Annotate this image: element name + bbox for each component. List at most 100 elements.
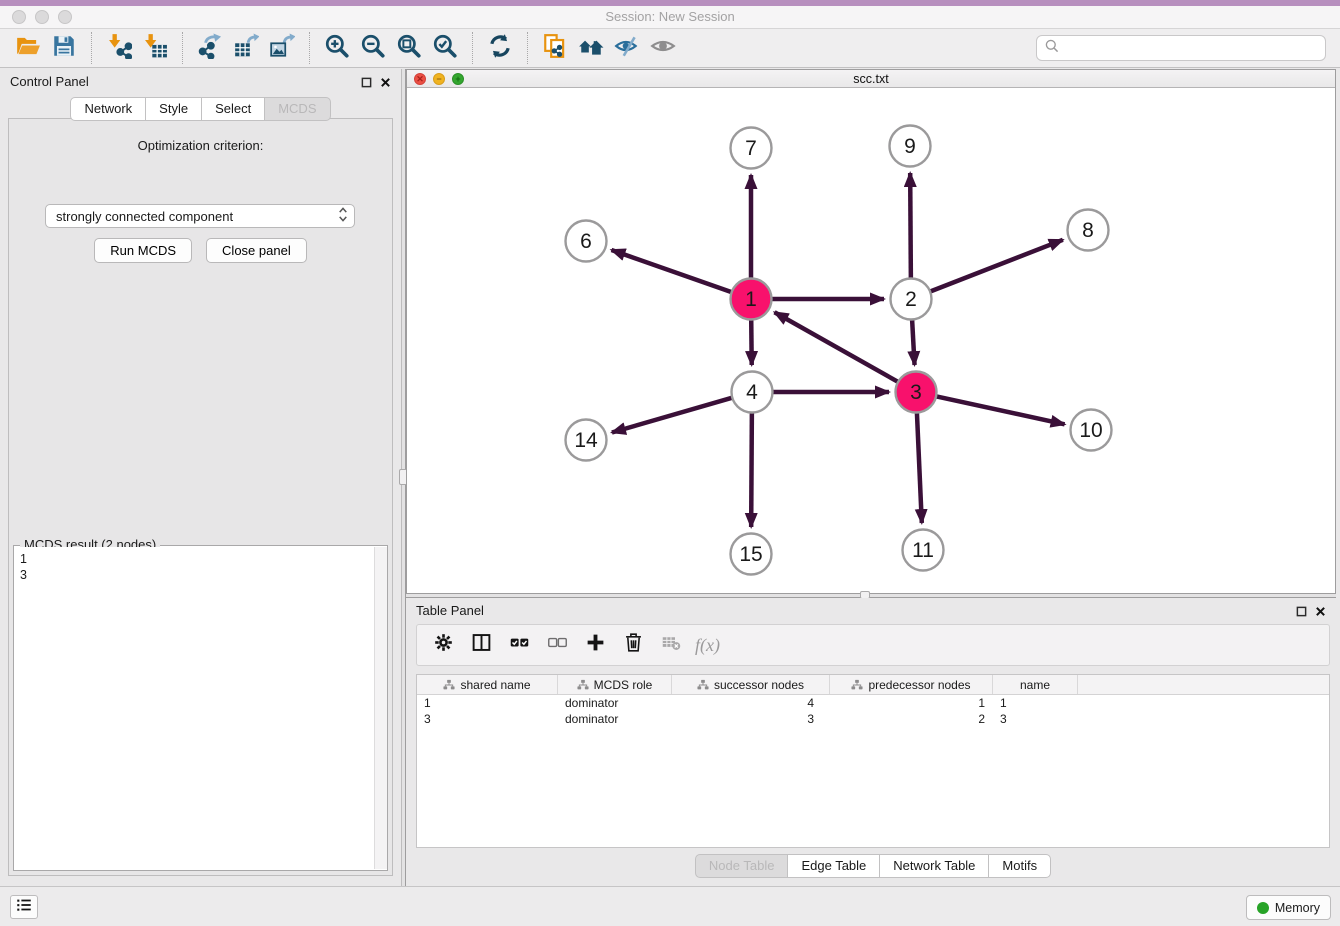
column-header-shared-name[interactable]: shared name	[417, 675, 558, 694]
tab-mcds[interactable]: MCDS	[264, 97, 330, 121]
duplicate-network-button[interactable]	[537, 31, 573, 65]
svg-text:11: 11	[912, 539, 934, 562]
node-1[interactable]: 1	[731, 279, 772, 320]
tab-network[interactable]: Network	[70, 97, 146, 121]
edge-1-6[interactable]	[611, 250, 731, 292]
float-panel-icon[interactable]	[1296, 604, 1307, 622]
mcds-result-text[interactable]: 1 3	[14, 547, 374, 869]
delete-table-button[interactable]	[655, 629, 687, 661]
result-scrollbar[interactable]	[374, 547, 387, 869]
zoom-in-button[interactable]	[319, 31, 355, 65]
node-10[interactable]: 10	[1071, 410, 1112, 451]
edge-2-9[interactable]	[910, 173, 911, 278]
node-9[interactable]: 9	[890, 126, 931, 167]
node-2[interactable]: 2	[891, 279, 932, 320]
tree-icon	[851, 679, 863, 691]
export-network-button[interactable]	[192, 31, 228, 65]
toolbar-separator	[472, 32, 473, 64]
deselect-all-button[interactable]	[541, 629, 573, 661]
svg-text:4: 4	[746, 381, 758, 404]
node-14[interactable]: 14	[566, 420, 607, 461]
edge-2-8[interactable]	[931, 240, 1063, 292]
import-network-button[interactable]	[101, 31, 137, 65]
search-field[interactable]	[1036, 35, 1326, 61]
node-7[interactable]: 7	[731, 128, 772, 169]
table-cell[interactable]: 2	[830, 711, 993, 727]
close-panel-icon[interactable]	[380, 75, 391, 93]
memory-button[interactable]: Memory	[1246, 895, 1331, 920]
tab-motifs[interactable]: Motifs	[988, 854, 1051, 878]
edge-2-3[interactable]	[912, 320, 914, 365]
first-neighbors-button[interactable]	[573, 31, 609, 65]
tab-node-table[interactable]: Node Table	[695, 854, 789, 878]
tab-style[interactable]: Style	[145, 97, 202, 121]
save-session-button[interactable]	[46, 31, 82, 65]
function-builder-button[interactable]: f(x)	[695, 635, 720, 656]
edge-4-15[interactable]	[751, 413, 752, 527]
toolbar-separator	[527, 32, 528, 64]
add-column-button[interactable]	[579, 629, 611, 661]
tab-select[interactable]: Select	[201, 97, 265, 121]
table-panel-tabs: Node TableEdge TableNetwork TableMotifs	[406, 854, 1340, 878]
close-panel-icon[interactable]	[1315, 604, 1326, 622]
table-settings-button[interactable]	[427, 629, 459, 661]
show-columns-button[interactable]	[465, 629, 497, 661]
save-floppy-icon	[51, 33, 77, 64]
edge-4-14[interactable]	[612, 398, 732, 433]
show-all-button[interactable]	[645, 31, 681, 65]
toolbar-separator	[182, 32, 183, 64]
table-cell[interactable]: 3	[672, 711, 830, 727]
export-table-button[interactable]	[228, 31, 264, 65]
network-canvas[interactable]: 7 9 6 8 1 2 4 3 14 10 15 11	[407, 88, 1335, 593]
tab-network-table[interactable]: Network Table	[879, 854, 989, 878]
column-header-predecessor-nodes[interactable]: predecessor nodes	[830, 675, 993, 694]
edge-3-11[interactable]	[917, 413, 922, 523]
houses-icon	[578, 33, 604, 64]
zoom-selected-button[interactable]	[427, 31, 463, 65]
search-icon	[1044, 38, 1060, 59]
hide-selected-button[interactable]	[609, 31, 645, 65]
table-cell[interactable]: dominator	[558, 711, 672, 727]
node-11[interactable]: 11	[903, 530, 944, 571]
toolbar-separator	[309, 32, 310, 64]
svg-text:6: 6	[580, 230, 592, 253]
node-15[interactable]: 15	[731, 534, 772, 575]
column-header-name[interactable]: name	[993, 675, 1078, 694]
node-table-body: 1dominator4113dominator323	[417, 695, 1329, 727]
tab-edge-table[interactable]: Edge Table	[787, 854, 880, 878]
svg-text:10: 10	[1079, 419, 1102, 442]
table-row[interactable]: 1dominator411	[417, 695, 1329, 711]
table-cell[interactable]: 1	[830, 695, 993, 711]
node-4[interactable]: 4	[732, 372, 773, 413]
edge-3-10[interactable]	[937, 396, 1065, 424]
table-cell[interactable]: 1	[993, 695, 1078, 711]
export-image-button[interactable]	[264, 31, 300, 65]
node-3[interactable]: 3	[896, 372, 937, 413]
search-input[interactable]	[1060, 41, 1318, 56]
open-file-button[interactable]	[10, 31, 46, 65]
node-6[interactable]: 6	[566, 221, 607, 262]
import-table-button[interactable]	[137, 31, 173, 65]
table-row[interactable]: 3dominator323	[417, 711, 1329, 727]
select-all-button[interactable]	[503, 629, 535, 661]
edge-3-1[interactable]	[775, 312, 898, 381]
run-mcds-button[interactable]: Run MCDS	[94, 238, 192, 263]
table-cell[interactable]: dominator	[558, 695, 672, 711]
zoom-out-button[interactable]	[355, 31, 391, 65]
node-8[interactable]: 8	[1068, 210, 1109, 251]
task-history-button[interactable]	[10, 895, 38, 919]
optimization-criterion-select[interactable]: strongly connected component	[45, 204, 355, 228]
zoom-fit-button[interactable]	[391, 31, 427, 65]
table-cell[interactable]: 3	[417, 711, 558, 727]
table-cell[interactable]: 3	[993, 711, 1078, 727]
column-header-MCDS-role[interactable]: MCDS role	[558, 675, 672, 694]
table-cell[interactable]: 4	[672, 695, 830, 711]
column-header-successor-nodes[interactable]: successor nodes	[672, 675, 830, 694]
refresh-view-button[interactable]	[482, 31, 518, 65]
close-panel-button[interactable]: Close panel	[206, 238, 307, 263]
application-window: Session: New Session Contro	[0, 0, 1340, 926]
float-panel-icon[interactable]	[361, 75, 372, 93]
table-cell[interactable]: 1	[417, 695, 558, 711]
delete-column-button[interactable]	[617, 629, 649, 661]
network-window-titlebar[interactable]: ✕ − + scc.txt	[407, 70, 1335, 88]
